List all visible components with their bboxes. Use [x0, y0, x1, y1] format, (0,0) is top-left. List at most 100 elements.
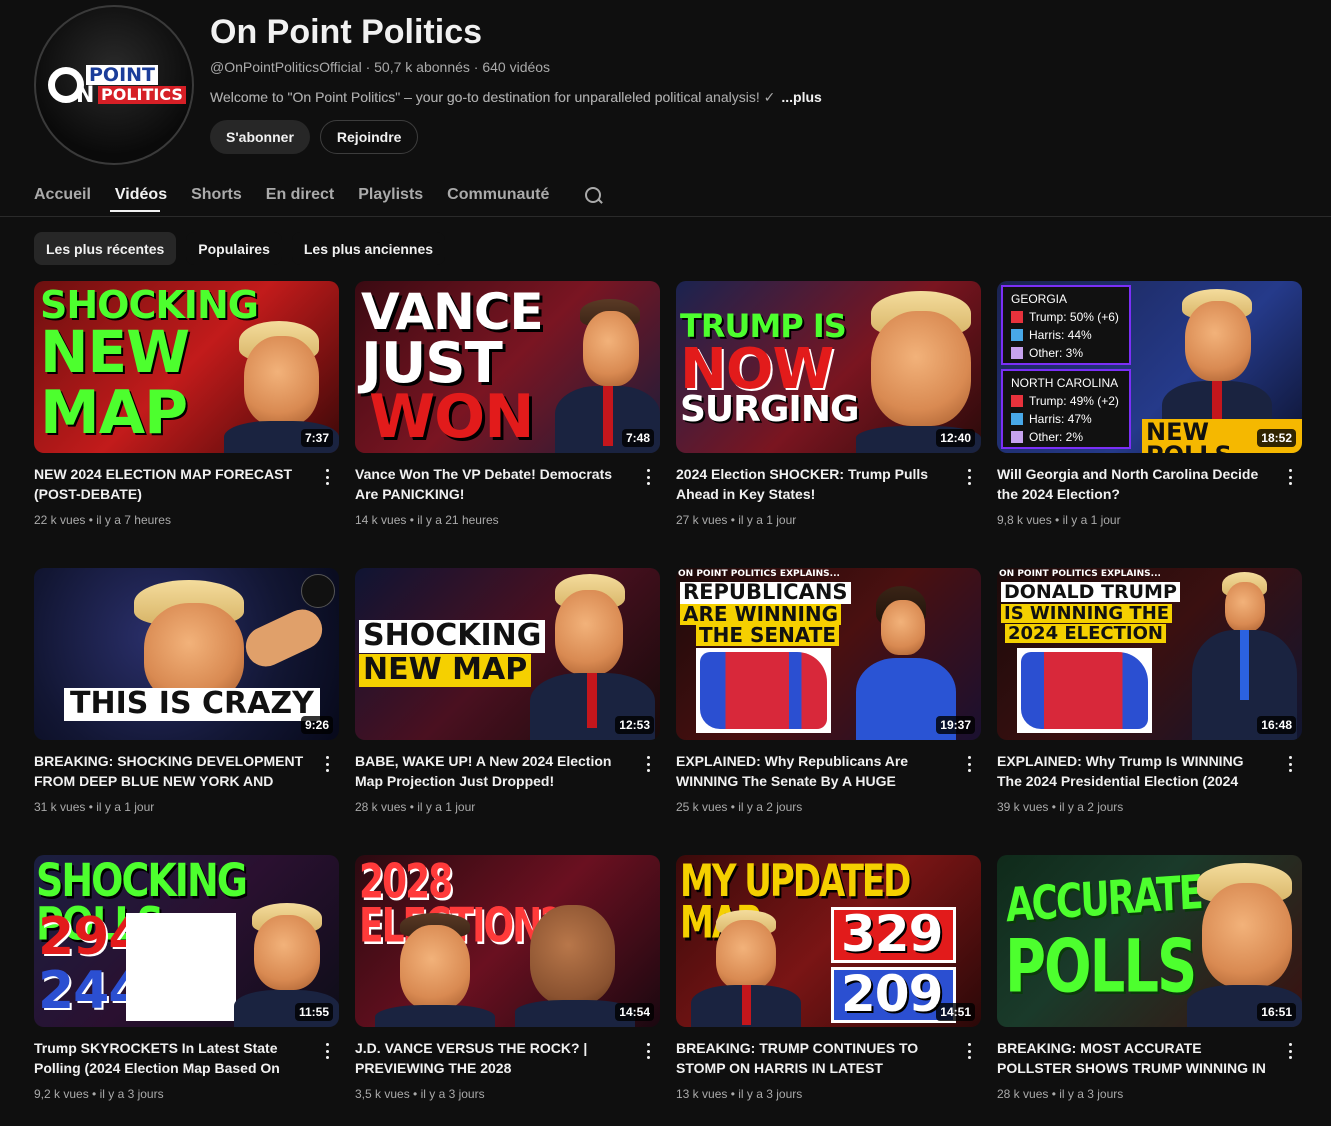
video-thumbnail[interactable]: MY UPDATED MAP 329 209 14:51: [676, 855, 981, 1027]
thumb-text: ACCURATE: [1004, 866, 1203, 934]
video-title[interactable]: BREAKING: SHOCKING DEVELOPMENT FROM DEEP…: [34, 751, 304, 791]
subscriber-count: 50,7 k abonnés: [374, 59, 470, 75]
video-thumbnail[interactable]: SHOCKING POLLS 294 244 11:55: [34, 855, 339, 1027]
poll-row: Harris: 44%: [1011, 326, 1121, 344]
logo-point: POINT: [86, 65, 159, 85]
more-options-icon[interactable]: [640, 467, 656, 487]
chip-oldest[interactable]: Les plus anciennes: [291, 232, 446, 265]
upload-age: il y a 1 jour: [738, 513, 797, 527]
video-thumbnail[interactable]: THIS IS CRAZY 9:26: [34, 568, 339, 740]
person-face: [244, 336, 319, 426]
person-face: [1185, 301, 1251, 381]
video-title[interactable]: BREAKING: TRUMP CONTINUES TO STOMP ON HA…: [676, 1038, 946, 1078]
video-card: ON POINT POLITICS EXPLAINS... REPUBLICAN…: [676, 568, 981, 855]
chip-latest[interactable]: Les plus récentes: [34, 232, 177, 265]
video-title[interactable]: BREAKING: MOST ACCURATE POLLSTER SHOWS T…: [997, 1038, 1267, 1078]
upload-age: il y a 3 jours: [1059, 1087, 1124, 1101]
video-duration: 16:48: [1257, 716, 1296, 734]
video-thumbnail[interactable]: 2028 ELECTION? 14:54: [355, 855, 660, 1027]
upload-age: il y a 7 heures: [96, 513, 171, 527]
more-options-icon[interactable]: [640, 1041, 656, 1061]
tab-live[interactable]: En direct: [266, 186, 334, 204]
video-title[interactable]: Trump SKYROCKETS In Latest State Polling…: [34, 1038, 304, 1078]
more-options-icon[interactable]: [319, 1041, 335, 1061]
tab-playlists[interactable]: Playlists: [358, 186, 423, 204]
video-title[interactable]: 2024 Election SHOCKER: Trump Pulls Ahead…: [676, 464, 946, 504]
sort-chips: Les plus récentes Populaires Les plus an…: [34, 232, 446, 265]
poll-box-georgia: GEORGIA Trump: 50% (+6) Harris: 44% Othe…: [1001, 285, 1131, 365]
video-thumbnail[interactable]: GEORGIA Trump: 50% (+6) Harris: 44% Othe…: [997, 281, 1302, 453]
video-title[interactable]: Vance Won The VP Debate! Democrats Are P…: [355, 464, 625, 504]
video-meta: 27 k vues • il y a 1 jour: [676, 513, 797, 527]
poll-row: Trump: 50% (+6): [1011, 308, 1121, 326]
upload-age: il y a 3 jours: [99, 1087, 164, 1101]
channel-tabs: Accueil Vidéos Shorts En direct Playlist…: [34, 178, 603, 212]
video-count: 640 vidéos: [482, 59, 551, 75]
video-thumbnail[interactable]: ACCURATE POLLS 16:51: [997, 855, 1302, 1027]
more-link[interactable]: ...plus: [781, 89, 821, 106]
upload-age: il y a 1 jour: [96, 800, 155, 814]
video-duration: 7:48: [621, 429, 654, 447]
join-button[interactable]: Rejoindre: [319, 120, 419, 154]
thumb-text: NEW MAP: [359, 654, 532, 687]
view-count: 39 k vues: [997, 800, 1049, 814]
view-count: 14 k vues: [355, 513, 407, 527]
tab-videos[interactable]: Vidéos: [115, 186, 167, 204]
video-meta: 14 k vues • il y a 21 heures: [355, 513, 499, 527]
search-icon[interactable]: [583, 185, 603, 205]
video-title[interactable]: NEW 2024 ELECTION MAP FORECAST (POST-DEB…: [34, 464, 304, 504]
video-thumbnail[interactable]: TRUMP IS NOW SURGING 12:40: [676, 281, 981, 453]
upload-age: il y a 2 jours: [738, 800, 803, 814]
video-duration: 14:51: [936, 1003, 975, 1021]
person-tie: [587, 673, 597, 728]
video-thumbnail[interactable]: ON POINT POLITICS EXPLAINS... REPUBLICAN…: [676, 568, 981, 740]
view-count: 25 k vues: [676, 800, 728, 814]
person-face: [400, 925, 470, 1010]
poll-row: Harris: 47%: [1011, 410, 1121, 428]
more-options-icon[interactable]: [640, 754, 656, 774]
meta-separator: ·: [473, 59, 479, 75]
video-thumbnail[interactable]: SHOCKING NEW MAP 7:37: [34, 281, 339, 453]
upload-age: il y a 2 jours: [1059, 800, 1124, 814]
more-options-icon[interactable]: [1282, 1041, 1298, 1061]
chip-popular[interactable]: Populaires: [186, 232, 282, 265]
tab-community[interactable]: Communauté: [447, 186, 549, 204]
more-options-icon[interactable]: [961, 754, 977, 774]
video-title[interactable]: EXPLAINED: Why Republicans Are WINNING T…: [676, 751, 946, 791]
channel-description[interactable]: Welcome to "On Point Politics" – your go…: [210, 89, 822, 106]
more-options-icon[interactable]: [961, 467, 977, 487]
person-tie: [603, 386, 613, 446]
video-meta: 9,2 k vues • il y a 3 jours: [34, 1087, 164, 1101]
person-suit: [375, 1005, 495, 1027]
video-thumbnail[interactable]: VANCE JUST WON 7:48: [355, 281, 660, 453]
tab-home[interactable]: Accueil: [34, 186, 91, 204]
video-thumbnail[interactable]: ON POINT POLITICS EXPLAINS... DONALD TRU…: [997, 568, 1302, 740]
channel-avatar[interactable]: N POINT POLITICS: [34, 5, 194, 165]
video-title[interactable]: J.D. VANCE VERSUS THE ROCK? | PREVIEWING…: [355, 1038, 625, 1078]
video-meta: 31 k vues • il y a 1 jour: [34, 800, 155, 814]
thumb-text: THE SENATE: [696, 625, 840, 646]
video-thumbnail[interactable]: SHOCKING NEW MAP 12:53: [355, 568, 660, 740]
thumb-text: POLLS: [1005, 925, 1197, 1010]
video-duration: 18:52: [1257, 429, 1296, 447]
poll-row: Other: 2%: [1011, 428, 1121, 446]
video-title[interactable]: BABE, WAKE UP! A New 2024 Election Map P…: [355, 751, 625, 791]
tab-shorts[interactable]: Shorts: [191, 186, 242, 204]
more-options-icon[interactable]: [319, 754, 335, 774]
video-title[interactable]: EXPLAINED: Why Trump Is WINNING The 2024…: [997, 751, 1267, 791]
more-options-icon[interactable]: [319, 467, 335, 487]
active-tab-indicator: [110, 210, 160, 212]
video-card: SHOCKING NEW MAP 7:37 NEW 2024 ELECTION …: [34, 281, 339, 568]
video-grid: SHOCKING NEW MAP 7:37 NEW 2024 ELECTION …: [34, 281, 1302, 1126]
more-options-icon[interactable]: [1282, 754, 1298, 774]
person-face: [254, 915, 320, 990]
video-title[interactable]: Will Georgia and North Carolina Decide t…: [997, 464, 1267, 504]
more-options-icon[interactable]: [961, 1041, 977, 1061]
person-face: [871, 311, 971, 426]
video-meta: 13 k vues • il y a 3 jours: [676, 1087, 803, 1101]
more-options-icon[interactable]: [1282, 467, 1298, 487]
subscribe-button[interactable]: S'abonner: [210, 120, 310, 154]
person-tie: [742, 985, 751, 1025]
meta-separator: ·: [365, 59, 371, 75]
thumb-text: ON POINT POLITICS EXPLAINS...: [999, 569, 1161, 579]
